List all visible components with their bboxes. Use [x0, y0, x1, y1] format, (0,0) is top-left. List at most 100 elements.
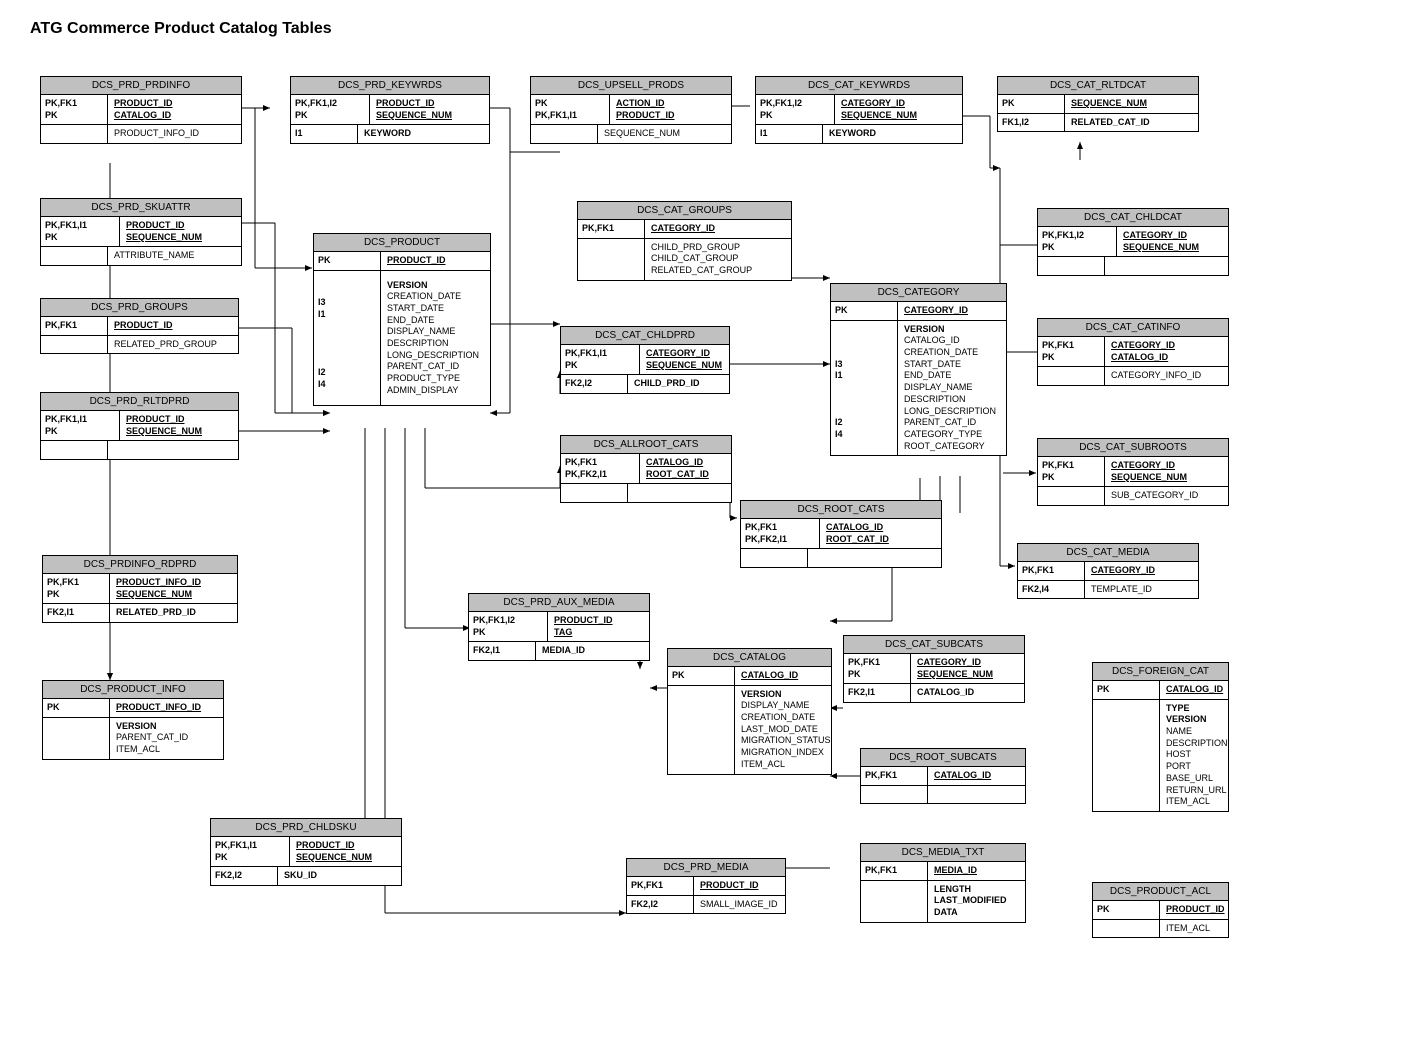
table-dcs-product: DCS_PRODUCTPKPRODUCT_ID I3I1 I2I4 VERSIO…: [313, 233, 491, 406]
key-column: [578, 239, 645, 280]
entity-row: ATTRIBUTE_NAME: [41, 247, 241, 265]
key-column: PK,FK1,I2PK: [291, 95, 370, 124]
table-dcs-prd-prdinfo: DCS_PRD_PRDINFOPK,FK1PKPRODUCT_IDCATALOG…: [40, 76, 242, 144]
key-column: PK,FK1PK,FK2,I1: [561, 454, 640, 483]
table-dcs-upsell-prods: DCS_UPSELL_PRODSPKPK,FK1,I1ACTION_IDPROD…: [530, 76, 732, 144]
entity-row: I1KEYWORD: [756, 125, 962, 143]
page-title: ATG Commerce Product Catalog Tables: [30, 20, 1392, 38]
entity-row: PK,FK1,I2PKPRODUCT_IDTAG: [469, 612, 649, 642]
value-column: CATALOG_ID: [735, 667, 831, 685]
value-column: [1105, 257, 1228, 275]
entity-row: FK2,I1RELATED_PRD_ID: [43, 604, 237, 622]
key-column: PK,FK1PK: [43, 574, 110, 603]
table-dcs-cat-subcats: DCS_CAT_SUBCATSPK,FK1PKCATEGORY_IDSEQUEN…: [843, 635, 1025, 703]
value-column: PRODUCT_INFO_IDSEQUENCE_NUM: [110, 574, 237, 603]
entity-row: PK,FK1,I1PKPRODUCT_IDSEQUENCE_NUM: [211, 837, 401, 867]
key-column: PK,FK1,I2PK: [469, 612, 548, 641]
value-column: [108, 441, 238, 459]
table-dcs-product-info: DCS_PRODUCT_INFOPKPRODUCT_INFO_ID VERSIO…: [42, 680, 224, 760]
key-column: FK2,I2: [561, 375, 628, 393]
key-column: PK,FK1: [1018, 562, 1085, 580]
entity-row: RELATED_PRD_GROUP: [41, 336, 238, 354]
value-column: CATEGORY_IDSEQUENCE_NUM: [1105, 457, 1228, 486]
entity-title: DCS_UPSELL_PRODS: [531, 77, 731, 95]
entity-row: VERSIONPARENT_CAT_IDITEM_ACL: [43, 718, 223, 759]
value-column: SUB_CATEGORY_ID: [1105, 487, 1228, 505]
table-dcs-cat-chldcat: DCS_CAT_CHLDCATPK,FK1,I2PKCATEGORY_IDSEQ…: [1037, 208, 1229, 276]
entity-row: PK,FK1CATALOG_ID: [861, 767, 1025, 786]
entity-row: PK,FK1PKCATEGORY_IDSEQUENCE_NUM: [1038, 457, 1228, 487]
key-column: PK,FK1: [861, 862, 928, 880]
key-column: [1038, 487, 1105, 505]
value-column: PRODUCT_ID: [694, 877, 785, 895]
key-column: PK,FK1,I2PK: [1038, 227, 1117, 256]
value-column: PRODUCT_ID: [381, 252, 490, 270]
entity-row: CATEGORY_INFO_ID: [1038, 367, 1228, 385]
value-column: KEYWORD: [358, 125, 489, 143]
key-column: [1093, 920, 1160, 938]
key-column: PK,FK1: [627, 877, 694, 895]
key-column: [861, 881, 928, 922]
entity-row: FK2,I1MEDIA_ID: [469, 642, 649, 660]
entity-row: [1038, 257, 1228, 275]
table-dcs-prd-groups: DCS_PRD_GROUPSPK,FK1PRODUCT_ID RELATED_P…: [40, 298, 239, 354]
value-column: ACTION_IDPRODUCT_ID: [610, 95, 731, 124]
value-column: [928, 786, 1025, 804]
entity-row: FK2,I4TEMPLATE_ID: [1018, 581, 1198, 599]
entity-title: DCS_CAT_SUBCATS: [844, 636, 1024, 654]
key-column: [41, 441, 108, 459]
value-column: LENGTHLAST_MODIFIEDDATA: [928, 881, 1025, 922]
entity-row: PK,FK1PK,FK2,I1CATALOG_IDROOT_CAT_ID: [561, 454, 731, 484]
entity-row: PK,FK1PK,FK2,I1CATALOG_IDROOT_CAT_ID: [741, 519, 941, 549]
value-column: CHILD_PRD_ID: [628, 375, 729, 393]
value-column: PRODUCT_IDSEQUENCE_NUM: [120, 217, 241, 246]
entity-row: PK,FK1,I1PKCATEGORY_IDSEQUENCE_NUM: [561, 345, 729, 375]
entity-row: LENGTHLAST_MODIFIEDDATA: [861, 881, 1025, 922]
value-column: [628, 484, 731, 502]
key-column: PK,FK1,I2PK: [756, 95, 835, 124]
entity-row: FK1,I2RELATED_CAT_ID: [998, 114, 1198, 132]
value-column: RELATED_PRD_ID: [110, 604, 237, 622]
entity-row: PK,FK1PKCATEGORY_IDSEQUENCE_NUM: [844, 654, 1024, 684]
table-dcs-prd-aux-media: DCS_PRD_AUX_MEDIAPK,FK1,I2PKPRODUCT_IDTA…: [468, 593, 650, 661]
table-dcs-cat-keywrds: DCS_CAT_KEYWRDSPK,FK1,I2PKCATEGORY_IDSEQ…: [755, 76, 963, 144]
entity-row: PK,FK1,I2PKPRODUCT_IDSEQUENCE_NUM: [291, 95, 489, 125]
value-column: SKU_ID: [278, 867, 401, 885]
entity-row: PK,FK1PRODUCT_ID: [41, 317, 238, 336]
table-dcs-cat-media: DCS_CAT_MEDIAPK,FK1CATEGORY_IDFK2,I4TEMP…: [1017, 543, 1199, 599]
value-column: PRODUCT_IDSEQUENCE_NUM: [290, 837, 401, 866]
entity-row: CHILD_PRD_GROUPCHILD_CAT_GROUPRELATED_CA…: [578, 239, 791, 280]
key-column: [531, 125, 598, 143]
value-column: PRODUCT_ID: [108, 317, 238, 335]
entity-row: PKCATEGORY_ID: [831, 302, 1006, 321]
value-column: CATALOG_ID: [928, 767, 1025, 785]
table-dcs-cat-subroots: DCS_CAT_SUBROOTSPK,FK1PKCATEGORY_IDSEQUE…: [1037, 438, 1229, 506]
value-column: VERSIONPARENT_CAT_IDITEM_ACL: [110, 718, 223, 759]
value-column: PRODUCT_INFO_ID: [110, 699, 223, 717]
entity-title: DCS_PRDINFO_RDPRD: [43, 556, 237, 574]
entity-row: PK,FK1CATEGORY_ID: [1018, 562, 1198, 581]
entity-title: DCS_MEDIA_TXT: [861, 844, 1025, 862]
value-column: RELATED_CAT_ID: [1065, 114, 1198, 132]
entity-row: I1KEYWORD: [291, 125, 489, 143]
entity-title: DCS_PRODUCT_INFO: [43, 681, 223, 699]
entity-row: I3I1 I2I4 VERSIONCREATION_DATESTART_DATE…: [314, 271, 490, 406]
entity-row: I3I1 I2I4 VERSIONCATALOG_IDCREATION_DATE…: [831, 321, 1006, 456]
value-column: CATEGORY_ID: [1085, 562, 1198, 580]
entity-title: DCS_PRODUCT: [314, 234, 490, 252]
key-column: FK2,I2: [627, 896, 694, 914]
entity-title: DCS_PRD_RLTDPRD: [41, 393, 238, 411]
key-column: PK: [1093, 901, 1160, 919]
entity-row: PK,FK1,I2PKCATEGORY_IDSEQUENCE_NUM: [1038, 227, 1228, 257]
value-column: CATEGORY_IDSEQUENCE_NUM: [1117, 227, 1228, 256]
key-column: [561, 484, 628, 502]
entity-title: DCS_FOREIGN_CAT: [1093, 663, 1228, 681]
entity-title: DCS_PRD_SKUATTR: [41, 199, 241, 217]
key-column: PKPK,FK1,I1: [531, 95, 610, 124]
entity-title: DCS_CAT_RLTDCAT: [998, 77, 1198, 95]
key-column: PK,FK1PK: [844, 654, 911, 683]
value-column: ITEM_ACL: [1160, 920, 1228, 938]
key-column: [668, 686, 735, 774]
entity-row: PKSEQUENCE_NUM: [998, 95, 1198, 114]
key-column: PK: [43, 699, 110, 717]
